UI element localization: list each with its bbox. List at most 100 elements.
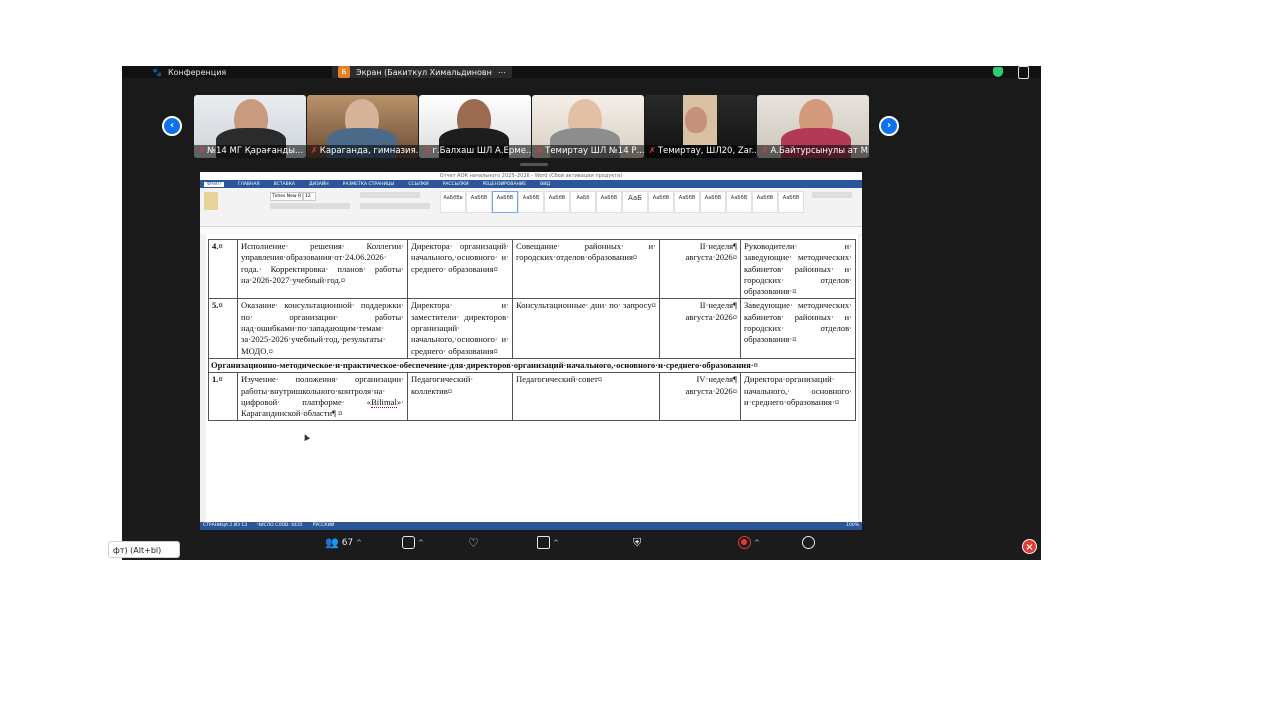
heart-icon: ♡ [468, 536, 479, 550]
share-title: Экран (Бакиткул Химальдиновн [356, 67, 492, 77]
style-tile[interactable]: АаБбВ [752, 191, 778, 213]
screen-share-indicator[interactable]: Б Экран (Бакиткул Химальдиновн ⋯ [332, 66, 512, 78]
paste-icon[interactable] [204, 192, 218, 210]
participant-tile[interactable]: ✗А.Байтурсынулы ат МГ... [757, 95, 870, 158]
participant-name-text: А.Байтурсынулы ат МГ... [770, 146, 869, 156]
end-meeting-button[interactable]: × [1022, 539, 1037, 554]
row-number: 5.¤ [208, 298, 238, 359]
participant-tile[interactable]: ✗ Караганда, гимназия... [306, 95, 419, 158]
tab-file[interactable]: ФАЙЛ [204, 181, 224, 187]
style-tile[interactable]: АаБбВ [492, 191, 518, 213]
tab-view[interactable]: ВИД [540, 182, 550, 187]
conference-label: Конференция [167, 67, 227, 77]
participant-name: ✗ Караганда, гимназия... [306, 145, 419, 158]
section-header-row: Организационно-методическое·и·практическ… [208, 357, 856, 374]
participant-tile[interactable]: ✗ г.Балхаш ШЛ А.Ерме... [419, 95, 532, 158]
chevron-up-icon[interactable]: ^ [754, 539, 760, 547]
style-tile[interactable]: АаБ [622, 191, 648, 213]
mic-muted-icon: ✗ [536, 146, 544, 156]
style-tile[interactable]: АаБбВ [466, 191, 492, 213]
list-buttons[interactable] [360, 192, 420, 198]
find-replace-buttons[interactable] [812, 192, 852, 198]
resize-handle[interactable] [520, 163, 548, 166]
tab-design[interactable]: ДИЗАЙН [309, 182, 329, 187]
participant-strip: ✗ №14 МГ Қарағанды... ✗ Караганда, гимнази… [194, 95, 870, 158]
participants-icon: 👥 [325, 536, 339, 549]
record-button[interactable]: ^ [738, 536, 760, 549]
audience-cell: Педагогический· коллектив¤ [407, 372, 513, 422]
participant-face [684, 107, 707, 133]
next-page-button[interactable]: › [879, 116, 899, 136]
status-language[interactable]: РУССКИЙ [313, 522, 335, 530]
style-tile[interactable]: АаБб [570, 191, 596, 213]
tab-home[interactable]: ГЛАВНАЯ [238, 182, 260, 187]
more-button[interactable] [802, 536, 815, 549]
date-cell: II·неделя¶ августа·2026¤ [659, 298, 741, 359]
participants-button[interactable]: 👥 67 ^ [325, 536, 362, 549]
style-tile[interactable]: АаБбВ [674, 191, 700, 213]
tab-insert[interactable]: ВСТАВКА [274, 182, 295, 187]
date-cell: IV·неделя¶ августа·2026¤ [659, 372, 741, 422]
participant-name: ✗ Темиртау, ШЛ20, Zar... [644, 145, 757, 158]
mouse-cursor-icon [302, 433, 310, 441]
zoom-window: 🐾 Конференция Б Экран (Бакиткул Химальди… [122, 66, 1041, 560]
style-tile[interactable]: АаБбВ [648, 191, 674, 213]
responsible-cell: Директора·организаций· начального,· осно… [740, 372, 856, 422]
word-title-bar: Отчет АОК начального 2025–2026 - Word (С… [200, 172, 862, 180]
document-area[interactable]: 4.¤ Исполнение· решения· Коллегии· управ… [200, 234, 860, 522]
document-page[interactable]: 4.¤ Исполнение· решения· Коллегии· управ… [206, 234, 858, 522]
tab-references[interactable]: ССЫЛКИ [408, 182, 428, 187]
style-tile[interactable]: АаБбВ [596, 191, 622, 213]
zoom-level[interactable]: 100% [846, 522, 859, 530]
shield-icon[interactable] [993, 67, 1003, 77]
form-cell: Педагогический·совет¤ [512, 372, 660, 422]
chevron-up-icon[interactable]: ^ [418, 539, 424, 547]
tab-layout[interactable]: РАЗМЕТКА СТРАНИЦЫ [343, 182, 395, 187]
participant-name-text: Темиртау, ШЛ20, Zar... [657, 146, 757, 156]
participant-name-text: Темиртау ШЛ №14 Р... [545, 146, 644, 156]
tab-mailings[interactable]: РАССЫЛКИ [443, 182, 469, 187]
shared-screen-word: Отчет АОК начального 2025–2026 - Word (С… [200, 172, 862, 530]
word-status-bar: СТРАНИЦА 2 ИЗ 13 ЧИСЛО СЛОВ: 6435 РУССКИ… [200, 522, 862, 530]
prev-page-button[interactable]: ‹ [162, 116, 182, 136]
mic-muted-icon: ✗ [198, 146, 206, 156]
reactions-button[interactable]: ♡ [468, 536, 479, 550]
table-row: 5.¤ Оказание· консультационной· поддержк… [208, 298, 856, 359]
participant-tile[interactable]: ✗ Темиртау ШЛ №14 Р... [532, 95, 644, 158]
share-screen-icon [537, 536, 550, 549]
chevron-up-icon[interactable]: ^ [356, 539, 362, 547]
conference-menu[interactable]: 🐾 Конференция [152, 66, 226, 78]
chat-icon [402, 536, 415, 549]
participant-tile[interactable]: ✗ Темиртау, ШЛ20, Zar... [644, 95, 757, 158]
style-tile[interactable]: АаБбВв [440, 191, 466, 213]
share-badge: Б [338, 66, 350, 78]
participant-name: ✗ г.Балхаш ШЛ А.Ерме... [419, 145, 532, 158]
more-icon [802, 536, 815, 549]
mic-muted-icon: ✗ [648, 146, 656, 156]
more-options-icon[interactable]: ⋯ [498, 68, 506, 77]
document-icon[interactable] [1018, 66, 1029, 79]
style-tile[interactable]: АаБбВ [518, 191, 544, 213]
style-tile[interactable]: АаБбВ [700, 191, 726, 213]
chat-button[interactable]: ^ [402, 536, 424, 549]
tab-review[interactable]: РЕЦЕНЗИРОВАНИЕ [483, 182, 527, 187]
security-button[interactable]: ⛨ [633, 536, 641, 550]
font-formatting-buttons[interactable] [270, 203, 350, 209]
style-tile[interactable]: АаБбВ [726, 191, 752, 213]
style-tile[interactable]: АаБбВ [778, 191, 804, 213]
participant-tile[interactable]: ✗ №14 МГ Қарағанды... [194, 95, 306, 158]
shield-icon: ⛨ [633, 536, 642, 549]
share-screen-button[interactable]: ^ [537, 536, 559, 549]
paragraph-buttons[interactable] [360, 203, 430, 209]
chevron-up-icon[interactable]: ^ [553, 539, 559, 547]
tooltip: фт) (Alt+bl) [108, 541, 180, 558]
word-ribbon-tabs: ФАЙЛ ГЛАВНАЯ ВСТАВКА ДИЗАЙН РАЗМЕТКА СТР… [200, 180, 862, 188]
style-tile[interactable]: АаБбВ [544, 191, 570, 213]
activity-cell: Исполнение· решения· Коллегии· управлени… [237, 238, 408, 300]
font-name-select[interactable]: Times New R [270, 192, 303, 201]
font-size-select[interactable]: 12 [303, 192, 316, 201]
meeting-controls: 👥 67 ^ ^ ♡ ^ ⛨ ^ × [122, 532, 1041, 560]
table-row: 1.¤ Изучение· положения· организации· ра… [208, 372, 856, 422]
word-title: Отчет АОК начального 2025–2026 - Word (С… [439, 173, 623, 179]
date-cell: II·неделя¶ августа·2026¤ [659, 238, 741, 300]
